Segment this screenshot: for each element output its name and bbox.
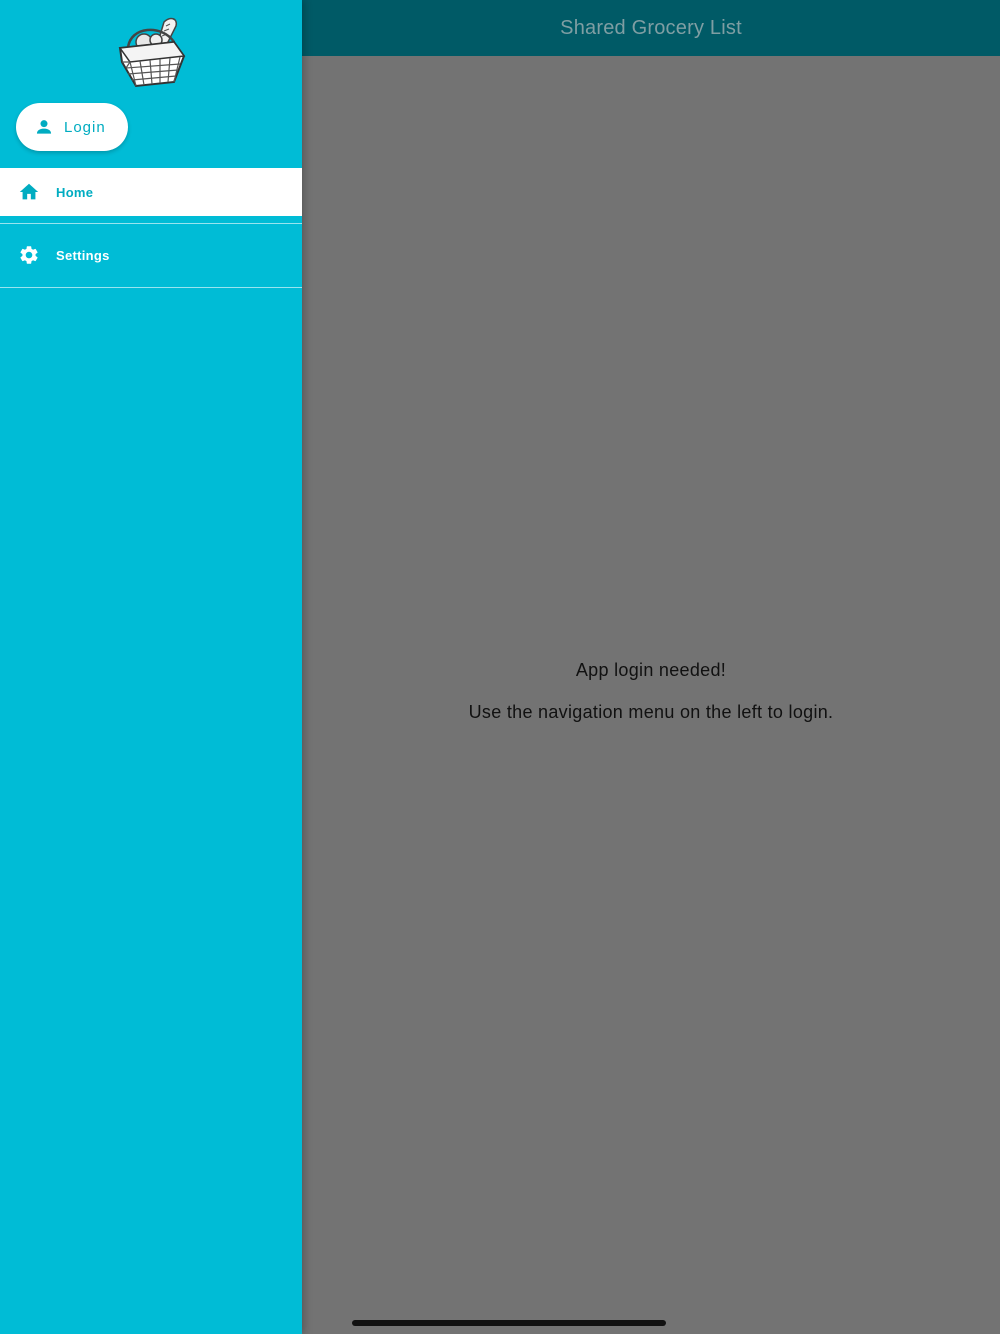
login-button[interactable]: Login (16, 103, 128, 151)
home-indicator[interactable] (352, 1320, 666, 1326)
main-content[interactable]: App login needed! Use the navigation men… (302, 56, 1000, 1334)
login-button-label: Login (64, 118, 106, 136)
nav-divider (0, 287, 302, 288)
nav-item-settings[interactable]: Settings (0, 231, 302, 279)
grocery-basket-icon (118, 17, 186, 88)
login-needed-message: Use the navigation menu on the left to l… (468, 702, 834, 722)
nav-item-settings-label: Settings (56, 247, 110, 263)
login-needed-title: App login needed! (575, 660, 727, 680)
nav-item-home[interactable]: Home (0, 168, 302, 216)
nav-divider (0, 223, 302, 224)
navigation-drawer: Login Home Settings (0, 0, 302, 1334)
person-icon (36, 120, 52, 134)
gear-icon (20, 246, 38, 264)
app-screen: Shared Grocery List App login needed! Us… (0, 0, 1000, 1334)
home-icon (19, 183, 39, 200)
nav-item-home-label: Home (56, 184, 94, 200)
app-title: Shared Grocery List (560, 17, 742, 39)
